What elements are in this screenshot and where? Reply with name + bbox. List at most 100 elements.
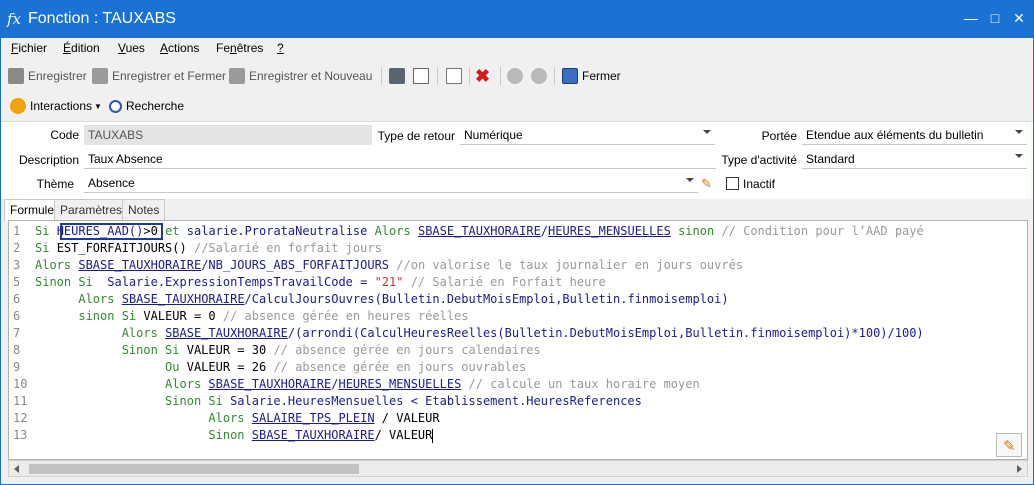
scroll-left-icon[interactable] [14,465,19,473]
code-token: Alors [165,377,209,391]
scroll-right-icon[interactable] [1017,465,1022,473]
code-token: // absence gérée en jours calendaires [273,343,541,357]
floppy-icon [8,68,24,84]
close-icon[interactable]: ✕ [1011,10,1027,26]
copy-icon[interactable] [446,68,462,84]
return-type-select[interactable]: Numérique [460,125,715,145]
tab-notes[interactable]: Notes [122,199,166,220]
code-token: // absence gérée en jours ouvrables [273,360,527,374]
menu-fenetres[interactable]: Fenêtres [216,41,263,55]
line-number: 8 [13,343,21,357]
close-doc-icon [562,68,578,84]
save-button[interactable]: Enregistrer [8,66,87,86]
interactions-button[interactable]: Interactions ▼ [10,96,102,116]
code-token: Alors [78,292,122,306]
scope-select[interactable]: Etendue aux éléments du bulletin [802,125,1027,145]
code-token: Sinon Si [165,394,231,408]
code-text: Sinon Si Salarie.ExpressionTempsTravailC… [35,274,606,291]
inactive-checkbox[interactable] [726,177,739,190]
function-window: 𝑓𝑥 Fonction : TAUXABS — □ ✕ Fichier Édit… [0,0,1034,485]
code-token: Alors [35,258,79,272]
theme-select[interactable]: Absence [84,173,698,193]
line-number: 1 [13,224,21,238]
dropdown-arrow-icon: ▼ [94,101,102,111]
chevron-down-icon [1015,130,1023,134]
save-new-icon [229,68,245,84]
line-number: 5 [13,275,21,289]
chevron-down-icon [703,130,711,134]
pencil-icon[interactable]: ✎ [701,176,712,192]
save-close-button[interactable]: Enregistrer et Fermer [92,66,226,86]
save-new-label: Enregistrer et Nouveau [249,69,373,83]
code-token: /NB_JOURS_ABS_FORFAITJOURS [201,258,397,272]
previous-icon[interactable] [507,68,523,84]
search-button[interactable]: Recherche [109,96,184,116]
code-text: Alors SBASE_TAUXHORAIRE/(arrondi(CalculH… [35,325,924,342]
horizontal-scrollbar[interactable] [8,460,1028,477]
code-token: / [540,224,549,238]
code-token: Si [35,224,57,238]
code-token: // Salarié en Forfait heure [403,275,606,289]
menu-vues[interactable]: Vues [118,41,145,55]
main-toolbar: Enregistrer Enregistrer et Fermer Enregi… [1,62,1033,88]
formula-editor[interactable]: 1 Si HEURES_AAD()>0 et salarie.ProrataNeu… [8,220,1028,460]
close-button[interactable]: Fermer [562,66,621,86]
code-token: salarie.ProrataNeutralise [186,224,375,238]
code-text: Sinon Si Salarie.HeuresMensuelles < Etab… [35,393,642,410]
secondary-toolbar: Interactions ▼ Recherche [1,94,1033,118]
text-cursor [432,428,434,443]
code-text: Sinon SBASE_TAUXHORAIRE/ VALEUR [35,427,434,444]
menu-fichier[interactable]: Fichier [11,41,47,55]
maximize-icon[interactable]: □ [987,10,1003,26]
menu-edition[interactable]: Édition [63,41,100,55]
code-token: SBASE_TAUXHORAIRE [165,326,288,340]
code-token: Ou [165,360,187,374]
edit-button[interactable]: ✎ [996,433,1022,457]
code-text: Alors SBASE_TAUXHORAIRE/HEURES_MENSUELLE… [35,376,700,393]
save-close-label: Enregistrer et Fermer [112,69,227,83]
line-number: 6 [13,309,21,323]
code-token: Alors [121,326,166,340]
save-close-icon [92,68,108,84]
toolbar-divider [500,67,501,85]
menu-actions[interactable]: Actions [160,41,199,55]
theme-value: Absence [88,176,135,190]
minimize-icon[interactable]: — [963,10,979,26]
chevron-down-icon [686,178,694,182]
code-token: SALAIRE_TPS_PLEIN [251,411,375,425]
code-token: VALEUR = 0 [143,309,223,323]
interactions-label: Interactions [30,99,93,113]
tab-formule[interactable]: Formule [4,199,61,221]
code-token: >0 [143,224,166,238]
next-icon[interactable] [531,68,547,84]
scrollbar-thumb[interactable] [29,464,359,474]
code-text: Ou VALEUR = 26 // absence gérée en jours… [35,359,526,376]
code-token: sinon Si [78,309,144,323]
description-field[interactable]: Taux Absence [84,149,716,169]
tab-parametres[interactable]: Paramètres [54,199,129,220]
menu-help[interactable]: ? [277,41,284,55]
code-field[interactable]: TAUXABS [84,125,372,145]
delete-icon[interactable]: ✖ [475,67,491,85]
code-token: SBASE_TAUXHORAIRE [208,377,332,391]
code-token: HEURES_MENSUELLES [548,224,671,238]
line-number: 10 [13,377,28,391]
line-number: 12 [13,411,28,425]
activity-type-label: Type d'activité [721,153,797,167]
return-type-label: Type de retour [377,129,455,143]
activity-type-value: Standard [806,152,855,166]
code-token: EST_FORFAITJOURS() [56,241,194,255]
activity-type-select[interactable]: Standard [802,149,1027,169]
save-new-button[interactable]: Enregistrer et Nouveau [229,66,372,86]
close-label: Fermer [582,69,621,83]
menu-bar: Fichier Édition Vues Actions Fenêtres ? [1,38,1033,60]
print-preview-icon[interactable] [413,68,429,84]
print-icon[interactable] [389,68,405,84]
code-token: // absence gérée en heures réelles [222,309,469,323]
